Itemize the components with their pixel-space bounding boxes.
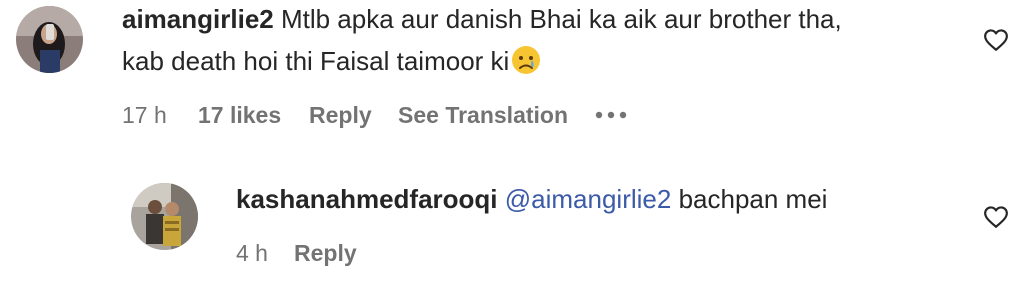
comment-timestamp: 17 h bbox=[122, 102, 167, 128]
comment-text-line-2: kab death hoi thi Faisal taimoor ki bbox=[122, 45, 541, 77]
comment-timestamp: 4 h bbox=[236, 240, 268, 266]
crying-face-emoji bbox=[512, 46, 541, 74]
comment-meta: 17 h 17 likes Reply See Translation bbox=[122, 101, 682, 129]
reply-button[interactable]: Reply bbox=[294, 239, 357, 267]
avatar[interactable] bbox=[131, 183, 198, 250]
comment-username[interactable]: aimangirlie2 bbox=[122, 4, 274, 34]
reply-text-line: kashanahmedfarooqi @aimangirlie2 bachpan… bbox=[236, 183, 827, 215]
comment-body: bachpan mei bbox=[678, 184, 828, 214]
comment-body-continued: kab death hoi thi Faisal taimoor ki bbox=[122, 46, 510, 76]
comment-meta: 4 h Reply bbox=[236, 239, 436, 267]
comment-username[interactable]: kashanahmedfarooqi bbox=[236, 184, 498, 214]
avatar[interactable] bbox=[16, 6, 83, 73]
more-options-icon[interactable] bbox=[595, 111, 631, 119]
like-heart-icon[interactable] bbox=[983, 28, 1009, 52]
likes-count[interactable]: 17 likes bbox=[198, 101, 281, 129]
comment-text-line-1: aimangirlie2 Mtlb apka aur danish Bhai k… bbox=[122, 3, 842, 35]
comment-body: Mtlb apka aur danish Bhai ka aik aur bro… bbox=[280, 4, 842, 34]
like-heart-icon[interactable] bbox=[983, 205, 1009, 229]
mention-link[interactable]: @aimangirlie2 bbox=[505, 184, 672, 214]
reply-button[interactable]: Reply bbox=[309, 101, 372, 129]
see-translation-button[interactable]: See Translation bbox=[398, 101, 568, 129]
